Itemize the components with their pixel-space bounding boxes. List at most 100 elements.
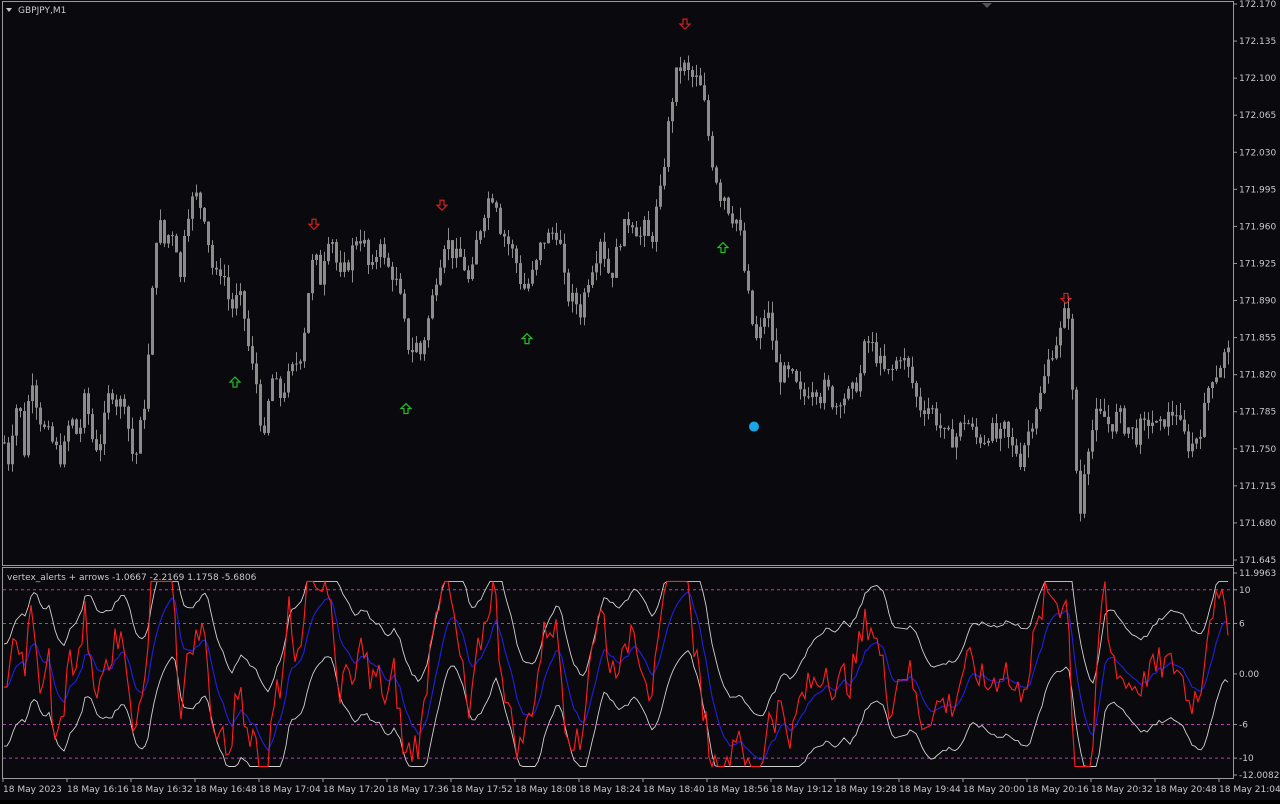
time-tick-label: 18 May 2023 [3, 785, 62, 795]
candle-body [471, 264, 474, 279]
price-tick-label: 171.890 [1239, 297, 1276, 307]
candle-body [287, 371, 290, 393]
candle-body [767, 312, 770, 319]
candle-body [239, 291, 242, 296]
candle-body [1159, 419, 1162, 421]
candle-body [679, 67, 682, 72]
candle-body [667, 121, 670, 167]
candle-body [1131, 427, 1134, 429]
candle-body [167, 235, 170, 244]
price-tick-label: 171.995 [1239, 185, 1276, 195]
candle-body [163, 220, 166, 244]
candle-body [267, 400, 270, 434]
candle-body [1179, 415, 1182, 420]
candle-body [171, 235, 174, 237]
candle-body [1023, 445, 1026, 467]
candle-body [955, 436, 958, 448]
chart-canvas[interactable]: GBPJPY,M1 vertex_alerts + arrows -1.0667… [0, 0, 1280, 800]
candle-body [695, 75, 698, 77]
candle-body [135, 453, 138, 455]
candle-body [715, 167, 718, 183]
candle-body [975, 426, 978, 438]
candle-body [319, 254, 322, 285]
candle-body [623, 219, 626, 247]
price-tick-label: 171.925 [1239, 259, 1276, 269]
candle-body [1151, 422, 1154, 426]
candle-body [779, 362, 782, 383]
candle-body [763, 318, 766, 327]
candle-body [831, 386, 834, 408]
candle-body [703, 85, 706, 101]
candle-body [1191, 443, 1194, 452]
candle-body [139, 420, 142, 454]
candle-body [527, 283, 530, 289]
candle-body [1119, 408, 1122, 412]
candle-body [563, 243, 566, 273]
price-tick-label: 171.680 [1239, 519, 1276, 529]
candle-body [1199, 436, 1202, 439]
symbol-label: GBPJPY,M1 [18, 6, 66, 16]
candle-body [1195, 438, 1198, 444]
candle-body [107, 393, 110, 413]
candle-body [495, 202, 498, 208]
candle-body [1075, 389, 1078, 471]
candle-body [615, 246, 618, 278]
candle-body [995, 423, 998, 439]
candle-body [391, 266, 394, 280]
time-tick-label: 18 May 21:04 [1219, 785, 1280, 795]
candle-body [635, 227, 638, 237]
candle-body [31, 385, 34, 402]
candle-body [887, 369, 890, 371]
candle-body [415, 342, 418, 353]
candle-body [639, 235, 642, 237]
signal-dot-marker [749, 421, 759, 432]
candle-body [19, 408, 22, 412]
candle-body [735, 219, 738, 224]
candle-body [1135, 428, 1138, 445]
candle-body [899, 360, 902, 362]
candle-body [435, 284, 438, 296]
candle-body [335, 242, 338, 263]
candle-body [459, 248, 462, 257]
candle-body [195, 192, 198, 197]
candle-body [1055, 345, 1058, 359]
candle-body [491, 198, 494, 203]
candle-body [895, 360, 898, 369]
candle-body [839, 405, 842, 407]
candle-body [1123, 408, 1126, 434]
candle-body [111, 393, 114, 400]
candle-body [1031, 428, 1034, 432]
candle-body [303, 332, 306, 362]
indicator-tick-label: 0.00 [1239, 670, 1259, 680]
candle-body [575, 292, 578, 305]
trading-terminal-chart[interactable]: GBPJPY,M1 vertex_alerts + arrows -1.0667… [0, 0, 1280, 800]
candle-body [411, 349, 414, 353]
candle-body [483, 217, 486, 232]
candle-body [71, 419, 74, 426]
candle-body [507, 236, 510, 245]
candle-body [803, 389, 806, 397]
candle-body [123, 398, 126, 407]
candle-body [907, 357, 910, 367]
candle-body [427, 318, 430, 341]
candle-body [235, 295, 238, 309]
candle-body [863, 341, 866, 374]
price-tick-label: 171.855 [1239, 334, 1276, 344]
candle-body [1215, 377, 1218, 383]
candle-body [579, 304, 582, 318]
candle-body [915, 383, 918, 397]
candle-body [1143, 418, 1146, 420]
candle-body [1115, 411, 1118, 432]
price-tick-label: 171.785 [1239, 408, 1276, 418]
candle-body [351, 245, 354, 271]
candle-body [143, 408, 146, 421]
candle-body [43, 424, 46, 427]
candle-body [327, 243, 330, 262]
candle-body [1155, 420, 1158, 423]
candle-body [531, 269, 534, 284]
indicator-tick-label: 10 [1239, 586, 1251, 596]
candle-body [983, 442, 986, 444]
candle-body [1067, 308, 1070, 319]
candle-body [371, 262, 374, 266]
price-tick-label: 171.645 [1239, 556, 1276, 566]
